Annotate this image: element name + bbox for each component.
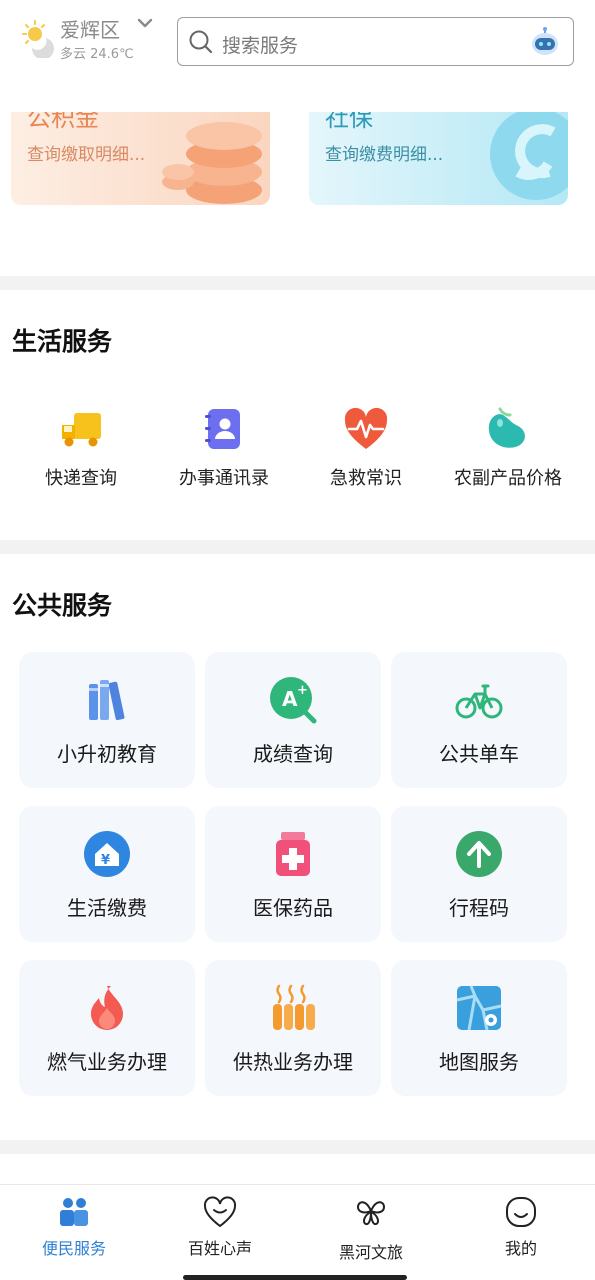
coins-icon bbox=[162, 122, 262, 204]
service-travel-code[interactable]: 行程码 bbox=[391, 806, 567, 942]
svg-text:+: + bbox=[297, 683, 308, 698]
service-label: 行程码 bbox=[449, 896, 509, 920]
svg-text:¥: ¥ bbox=[101, 853, 110, 868]
top-header: 爱辉区 多云 24.6℃ 搜索服务 bbox=[0, 0, 595, 112]
service-map[interactable]: 地图服务 bbox=[391, 960, 567, 1096]
tab-heihe-tourism[interactable]: 黑河文旅 bbox=[297, 1185, 445, 1280]
tab-public-voice[interactable]: 百姓心声 bbox=[146, 1185, 294, 1280]
service-first-aid[interactable]: 急救常识 bbox=[292, 405, 440, 495]
service-heating-business[interactable]: 供热业务办理 bbox=[205, 960, 381, 1096]
bottom-tab-bar: 便民服务 百姓心声 黑河文旅 我的 bbox=[0, 1184, 595, 1280]
books-icon bbox=[89, 680, 125, 721]
card-social-security[interactable]: 社保 查询缴费明细... bbox=[309, 112, 568, 205]
service-label: 急救常识 bbox=[330, 468, 402, 489]
service-contact-directory[interactable]: 办事通讯录 bbox=[150, 405, 298, 495]
payment-home-icon: ¥ bbox=[84, 831, 130, 877]
tab-label: 黑河文旅 bbox=[338, 1243, 403, 1262]
card-title: 社保 bbox=[325, 112, 373, 132]
section-divider bbox=[0, 540, 595, 554]
service-express-query[interactable]: 快递查询 bbox=[7, 405, 155, 495]
service-label: 燃气业务办理 bbox=[47, 1050, 167, 1074]
butterfly-icon bbox=[356, 1201, 386, 1226]
tab-label: 便民服务 bbox=[41, 1239, 106, 1258]
service-label: 办事通讯录 bbox=[179, 468, 269, 489]
card-subtitle: 查询缴取明细... bbox=[27, 145, 146, 165]
arrow-up-circle-icon bbox=[456, 831, 502, 877]
tab-label: 百姓心声 bbox=[187, 1239, 252, 1258]
flame-icon bbox=[91, 986, 123, 1030]
tab-label: 我的 bbox=[504, 1239, 537, 1258]
search-placeholder: 搜索服务 bbox=[222, 35, 299, 57]
partly-cloudy-icon bbox=[22, 20, 54, 58]
robot-assistant-icon[interactable] bbox=[529, 26, 561, 58]
service-label: 成绩查询 bbox=[253, 742, 333, 766]
section-divider bbox=[0, 276, 595, 290]
tab-my-profile[interactable]: 我的 bbox=[447, 1185, 595, 1280]
card-housing-fund[interactable]: 公积金 查询缴取明细... bbox=[11, 112, 270, 205]
section-divider bbox=[0, 1140, 595, 1154]
search-input[interactable]: 搜索服务 bbox=[177, 17, 574, 66]
medicine-bottle-icon bbox=[276, 832, 310, 876]
bicycle-icon bbox=[455, 684, 503, 719]
map-icon bbox=[456, 985, 502, 1031]
chevron-down-icon[interactable] bbox=[136, 14, 154, 32]
weather-info: 多云 24.6℃ bbox=[60, 47, 134, 62]
home-indicator[interactable] bbox=[183, 1275, 407, 1280]
public-services-title: 公共服务 bbox=[12, 591, 113, 620]
delivery-truck-icon bbox=[62, 413, 101, 447]
card-title: 公积金 bbox=[27, 112, 99, 132]
search-icon bbox=[189, 30, 213, 54]
service-label: 供热业务办理 bbox=[233, 1050, 353, 1074]
svg-text:A: A bbox=[282, 687, 298, 711]
service-grade-query[interactable]: A + 成绩查询 bbox=[205, 652, 381, 788]
service-public-bicycle[interactable]: 公共单车 bbox=[391, 652, 567, 788]
contact-book-icon bbox=[205, 409, 240, 449]
service-label: 生活缴费 bbox=[67, 896, 147, 920]
service-school-enrollment[interactable]: 小升初教育 bbox=[19, 652, 195, 788]
service-label: 小升初教育 bbox=[57, 742, 157, 766]
service-label: 公共单车 bbox=[439, 742, 519, 766]
service-label: 地图服务 bbox=[439, 1050, 519, 1074]
card-subtitle: 查询缴费明细... bbox=[325, 145, 444, 165]
tab-convenience-services[interactable]: 便民服务 bbox=[0, 1185, 148, 1280]
service-medical-insurance-drugs[interactable]: 医保药品 bbox=[205, 806, 381, 942]
smile-face-icon bbox=[506, 1197, 536, 1227]
location-selector[interactable]: 爱辉区 bbox=[60, 14, 120, 43]
grade-search-icon: A + bbox=[270, 677, 317, 724]
service-label: 医保药品 bbox=[253, 896, 333, 920]
service-label: 农副产品价格 bbox=[454, 468, 562, 489]
radiator-icon bbox=[273, 984, 315, 1030]
service-utility-payment[interactable]: ¥ 生活缴费 bbox=[19, 806, 195, 942]
heart-chat-icon bbox=[203, 1196, 237, 1228]
service-gas-business[interactable]: 燃气业务办理 bbox=[19, 960, 195, 1096]
people-icon bbox=[60, 1198, 88, 1226]
shield-logo-icon bbox=[490, 112, 568, 200]
service-produce-prices[interactable]: 农副产品价格 bbox=[434, 405, 582, 495]
bean-produce-icon bbox=[488, 407, 525, 448]
heart-pulse-icon bbox=[344, 407, 388, 449]
featured-cards: 公积金 查询缴取明细... 社保 查询缴费明细... bbox=[0, 112, 595, 207]
life-services-title: 生活服务 bbox=[12, 327, 113, 356]
service-label: 快递查询 bbox=[45, 468, 117, 489]
